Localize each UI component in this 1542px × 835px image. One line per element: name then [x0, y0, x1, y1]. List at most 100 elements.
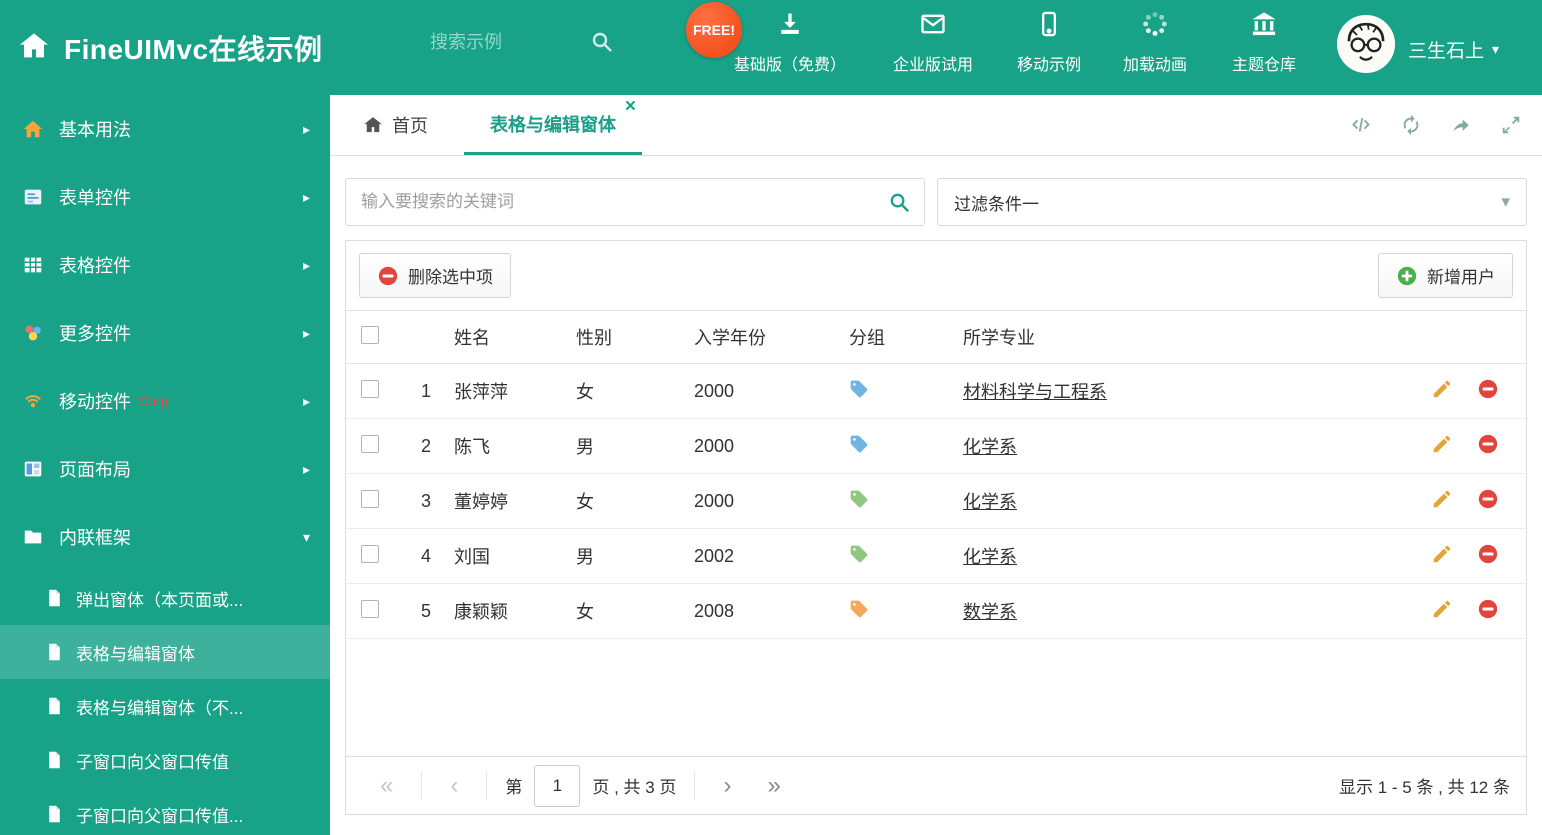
sidebar-item-basic-usage[interactable]: 基本用法 ▸: [0, 95, 330, 163]
select-all-checkbox[interactable]: [361, 325, 379, 344]
major-link[interactable]: 材料科学与工程系: [963, 382, 1107, 402]
sidebar-item-label: 移动控件: [59, 392, 131, 412]
share-icon[interactable]: [1450, 114, 1472, 136]
sidebar-subitem-grid-edit-window-2[interactable]: 表格与编辑窗体（不...: [0, 679, 330, 733]
spinner-icon: [1141, 10, 1169, 43]
column-header-group: 分组: [849, 328, 885, 348]
sidebar-subitem-label: 弹出窗体（本页面或...: [76, 590, 244, 610]
sidebar-item-iframe[interactable]: 内联框架 ▾: [0, 503, 330, 571]
antenna-icon: [22, 390, 44, 412]
tab-home[interactable]: 首页: [345, 95, 446, 155]
cell-gender: 女: [576, 602, 594, 622]
sidebar-item-mobile-controls[interactable]: 移动控件 Corp ▸: [0, 367, 330, 435]
cell-year: 2000: [694, 435, 735, 456]
sidebar-item-label: 内联框架: [59, 528, 131, 548]
user-menu[interactable]: 三生石上 ▾: [1408, 36, 1499, 63]
tab-bar: 首页 表格与编辑窗体 ×: [330, 95, 1542, 156]
chevron-right-icon: ▸: [302, 256, 310, 273]
user-avatar[interactable]: [1337, 15, 1395, 73]
nav-item-mobile-demo[interactable]: 移动示例: [999, 10, 1099, 75]
major-link[interactable]: 数学系: [963, 602, 1017, 622]
major-link[interactable]: 化学系: [963, 547, 1017, 567]
nav-label: 主题仓库: [1231, 57, 1296, 74]
row-checkbox[interactable]: [361, 599, 379, 618]
corp-badge: Corp: [138, 393, 169, 409]
brand[interactable]: FineUIMvc在线示例: [18, 28, 323, 68]
row-checkbox[interactable]: [361, 489, 379, 508]
code-icon[interactable]: [1350, 114, 1372, 136]
filter-dropdown[interactable]: 过滤条件一 ▾: [937, 178, 1527, 226]
add-user-label: 新增用户: [1427, 268, 1495, 287]
sidebar-subitem-label: 子窗口向父窗口传值...: [76, 806, 244, 826]
app-header: FineUIMvc在线示例 FREE! 基础版（免费） 企业版试用 移动示例: [0, 0, 1542, 95]
header-search: [430, 30, 635, 54]
pager-prev-button[interactable]: ‹: [432, 773, 476, 798]
row-number: 4: [421, 545, 432, 566]
tag-icon: [849, 379, 869, 399]
divider: [694, 771, 696, 800]
expand-icon[interactable]: [1500, 114, 1522, 136]
add-user-button[interactable]: 新增用户: [1378, 253, 1513, 298]
sidebar-subitem-popup-window[interactable]: 弹出窗体（本页面或...: [0, 571, 330, 625]
edit-icon[interactable]: [1431, 488, 1453, 510]
keyword-search-input[interactable]: [346, 179, 924, 225]
column-header-major: 所学专业: [963, 328, 1035, 348]
app-title: FineUIMvc在线示例: [64, 34, 323, 65]
pager-last-button[interactable]: »: [749, 773, 798, 798]
sidebar-item-page-layout[interactable]: 页面布局 ▸: [0, 435, 330, 503]
cell-gender: 男: [576, 547, 594, 567]
delete-icon[interactable]: [1477, 378, 1499, 400]
bank-icon: [1250, 10, 1278, 43]
edit-icon[interactable]: [1431, 433, 1453, 455]
page-number-input[interactable]: [534, 764, 581, 807]
cell-name: 刘国: [454, 547, 490, 567]
pager-next-button[interactable]: ›: [705, 773, 749, 798]
sidebar-subitem-child-to-parent-2[interactable]: 子窗口向父窗口传值...: [0, 787, 330, 835]
delete-icon[interactable]: [1477, 598, 1499, 620]
edit-icon[interactable]: [1431, 378, 1453, 400]
sidebar-item-grid-controls[interactable]: 表格控件 ▸: [0, 231, 330, 299]
file-icon: [46, 751, 63, 769]
nav-item-enterprise-trial[interactable]: 企业版试用: [873, 10, 993, 75]
delete-icon[interactable]: [1477, 543, 1499, 565]
pagination-bar: « ‹ 第 页 , 共 3 页 › » 显示 1 - 5 条 , 共 12 条: [346, 756, 1526, 814]
minus-circle-icon: [377, 265, 399, 287]
edit-icon[interactable]: [1431, 598, 1453, 620]
sidebar-subitem-child-to-parent[interactable]: 子窗口向父窗口传值: [0, 733, 330, 787]
column-header-year: 入学年份: [694, 328, 766, 348]
nav-item-loading-animation[interactable]: 加载动画: [1105, 10, 1205, 75]
row-checkbox[interactable]: [361, 379, 379, 398]
tab-grid-edit-window[interactable]: 表格与编辑窗体 ×: [464, 95, 642, 155]
row-number: 2: [421, 435, 432, 456]
tag-icon: [849, 599, 869, 619]
house-icon: [22, 118, 44, 140]
major-link[interactable]: 化学系: [963, 437, 1017, 457]
search-icon[interactable]: [888, 191, 911, 214]
nav-item-basic-edition[interactable]: 基础版（免费）: [715, 10, 865, 75]
pager-first-button[interactable]: «: [362, 773, 411, 798]
sidebar-item-label: 表单控件: [59, 188, 131, 208]
delete-icon[interactable]: [1477, 433, 1499, 455]
close-icon[interactable]: ×: [625, 97, 636, 116]
pager-page-prefix: 第: [505, 778, 523, 797]
row-checkbox[interactable]: [361, 544, 379, 563]
sidebar-item-more-controls[interactable]: 更多控件 ▸: [0, 299, 330, 367]
refresh-icon[interactable]: [1400, 114, 1422, 136]
chevron-right-icon: ▸: [302, 324, 310, 341]
row-checkbox[interactable]: [361, 434, 379, 453]
search-icon[interactable]: [590, 30, 614, 54]
download-icon: [776, 10, 804, 43]
header-search-input[interactable]: [430, 31, 590, 53]
major-link[interactable]: 化学系: [963, 492, 1017, 512]
delete-selected-button[interactable]: 删除选中项: [359, 253, 511, 298]
sidebar-subitem-grid-edit-window[interactable]: 表格与编辑窗体: [0, 625, 330, 679]
sidebar-subitem-label: 子窗口向父窗口传值: [76, 752, 229, 772]
table-row: 1 张萍萍 女 2000 材料科学与工程系: [346, 364, 1526, 419]
nav-item-theme-store[interactable]: 主题仓库: [1214, 10, 1314, 75]
delete-icon[interactable]: [1477, 488, 1499, 510]
record-summary: 显示 1 - 5 条 , 共 12 条: [1339, 778, 1510, 797]
user-name: 三生石上: [1408, 41, 1485, 62]
sidebar-item-form-controls[interactable]: 表单控件 ▸: [0, 163, 330, 231]
edit-icon[interactable]: [1431, 543, 1453, 565]
file-icon: [46, 643, 63, 661]
